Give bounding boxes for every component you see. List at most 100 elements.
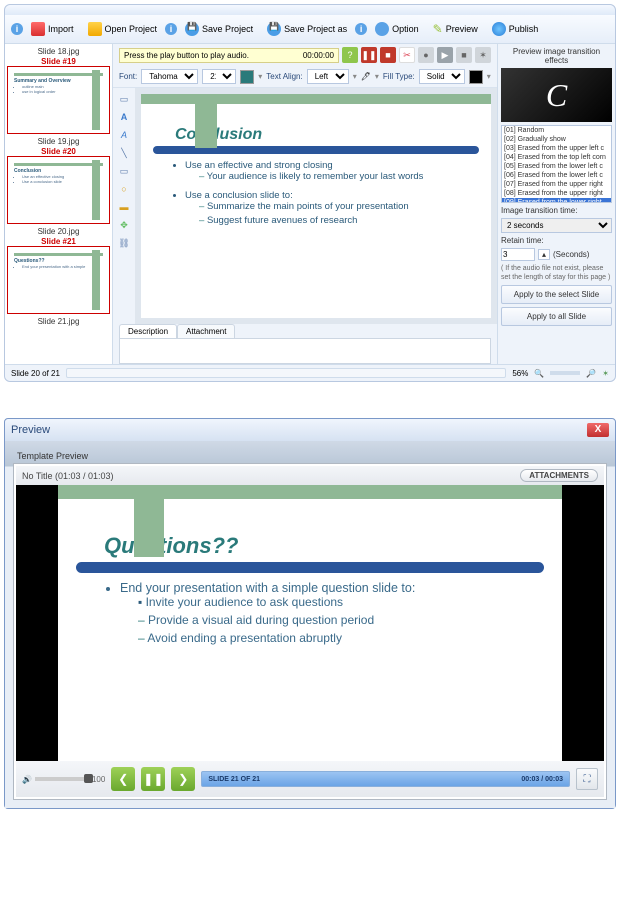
fill-color-swatch[interactable] (469, 70, 483, 84)
volume-control[interactable]: 🔊 100 (22, 775, 105, 784)
open-project-button[interactable]: Open Project (82, 19, 164, 39)
text-tool2-icon[interactable]: A (117, 128, 131, 142)
list-item[interactable]: [02] Gradually show (502, 135, 611, 144)
preview-titlebar[interactable]: Preview X (5, 419, 615, 441)
list-item[interactable]: [01] Random (502, 126, 611, 135)
save-as-button[interactable]: Save Project as (261, 19, 353, 39)
description-panel[interactable] (119, 338, 491, 364)
folder-open-icon (88, 22, 102, 36)
audio-help-icon[interactable]: ? (342, 47, 358, 63)
preview-glyph: C (546, 77, 567, 114)
font-size-select[interactable]: 21 (202, 69, 236, 84)
thumbnail-20[interactable]: ConclusionUse an effective closingUse a … (7, 156, 110, 224)
zoom-in-icon[interactable]: 🔎 (586, 369, 596, 378)
slide-filename: Slide 19.jpg (7, 136, 110, 147)
random-icon[interactable]: ✶ (475, 47, 491, 63)
shape-tools: ▭ A A ╲ ▭ ○ ▬ ✥ ⛓ (113, 88, 135, 324)
publish-button[interactable]: Publish (486, 19, 545, 39)
help-icon[interactable]: i (11, 23, 23, 35)
stop2-icon[interactable]: ■ (456, 47, 472, 63)
apply-all-button[interactable]: Apply to all Slide (501, 307, 612, 326)
option-button[interactable]: Option (369, 19, 425, 39)
record-icon[interactable]: ● (418, 47, 434, 63)
transition-time-select[interactable]: 2 seconds (501, 218, 612, 233)
thumbnail-19[interactable]: Summary and Overviewoutline mainuse in l… (7, 66, 110, 134)
sub-bullet-text: Summarize the main points of your presen… (207, 201, 409, 212)
line-tool-icon[interactable]: ╲ (117, 146, 131, 160)
move-tool-icon[interactable]: ✥ (117, 218, 131, 232)
progress-time: 00:03 / 00:03 (521, 776, 563, 783)
retain-note: ( If the audio file not exist, please se… (501, 264, 612, 282)
progress-bar[interactable]: SLIDE 21 OF 21 00:03 / 00:03 (201, 771, 570, 787)
volume-slider[interactable] (35, 777, 89, 781)
list-item[interactable]: [07] Erased from the upper right (502, 180, 611, 189)
editor-titlebar[interactable] (5, 5, 615, 15)
preview-slide-title: Questions?? (104, 533, 544, 559)
fill-rect-tool-icon[interactable]: ▬ (117, 200, 131, 214)
ellipse-tool-icon[interactable]: ○ (117, 182, 131, 196)
cut-icon[interactable]: ✂ (399, 47, 415, 63)
text-tool-icon[interactable]: A (117, 110, 131, 124)
tab-description[interactable]: Description (119, 324, 177, 338)
help-icon-3[interactable]: i (355, 23, 367, 35)
zoom-out-icon[interactable]: 🔍 (534, 369, 544, 378)
stepper-icon[interactable]: ▴ (538, 249, 550, 260)
thumbnail-21[interactable]: Questions??End your presentation with a … (7, 246, 110, 314)
slide-filename: Slide 20.jpg (7, 226, 110, 237)
link-tool-icon[interactable]: ⛓ (117, 236, 131, 250)
font-label: Font: (119, 72, 137, 81)
audio-time: 00:00:00 (303, 51, 334, 60)
sub-bullet-text: Avoid ending a presentation abruptly (147, 631, 342, 645)
fullscreen-icon[interactable]: ⛶ (576, 768, 598, 790)
option-label: Option (392, 24, 419, 34)
zoom-slider[interactable] (550, 371, 580, 375)
slide-content[interactable]: Conclusion Use an effective and strong c… (141, 94, 491, 318)
preview-label: Preview (446, 24, 478, 34)
list-item[interactable]: [06] Erased from the lower left c (502, 171, 611, 180)
font-family-select[interactable]: Tahoma (141, 69, 198, 84)
preview-controls: 🔊 100 ❮ ❚❚ ❯ SLIDE 21 OF 21 00:03 / 00:0… (16, 761, 604, 797)
close-icon[interactable]: X (587, 423, 609, 437)
text-color-swatch[interactable] (240, 70, 254, 84)
slide-title: Conclusion (175, 126, 479, 144)
list-item[interactable]: [04] Erased from the top left corn (502, 153, 611, 162)
preview-title-time: No Title (01:03 / 01:03) (22, 471, 114, 481)
slide-filename: Slide 18.jpg (7, 46, 110, 57)
pen-icon[interactable]: 🖊 (361, 72, 371, 81)
list-item-selected[interactable]: [09] Erased from the lower right (502, 198, 611, 203)
list-item[interactable]: [08] Erased from the upper right (502, 189, 611, 198)
pause-icon[interactable]: ❚❚ (361, 47, 377, 63)
speaker-icon[interactable]: 🔊 (22, 775, 32, 784)
transition-time-label: Image transition time: (501, 206, 612, 215)
help-icon-2[interactable]: i (165, 23, 177, 35)
effect-list[interactable]: [01] Random [02] Gradually show [03] Era… (501, 125, 612, 203)
tab-attachment[interactable]: Attachment (177, 324, 235, 338)
prev-slide-button[interactable]: ❮ (111, 767, 135, 791)
slide-number: Slide #21 (7, 237, 110, 246)
fill-type-select[interactable]: Solid (419, 69, 465, 84)
formatting-toolbar: Font: Tahoma 21 ▾ Text Align: Left ▾ 🖊 ▾… (113, 66, 497, 88)
text-align-select[interactable]: Left (307, 69, 349, 84)
slide-filename: Slide 21.jpg (7, 316, 110, 327)
zoom-value: 56% (512, 369, 528, 378)
slide-counter: Slide 20 of 21 (11, 369, 60, 378)
list-item[interactable]: [03] Erased from the upper left c (502, 144, 611, 153)
import-button[interactable]: Import (25, 19, 80, 39)
apply-selected-button[interactable]: Apply to the select Slide (501, 285, 612, 304)
bottom-tabs: Description Attachment (113, 324, 497, 338)
play-icon[interactable]: ▶ (437, 47, 453, 63)
pointer-tool-icon[interactable]: ▭ (117, 92, 131, 106)
preview-button[interactable]: ✎Preview (427, 19, 484, 39)
list-item[interactable]: [05] Erased from the lower left c (502, 162, 611, 171)
fit-icon[interactable]: ✶ (602, 369, 609, 378)
attachments-button[interactable]: ATTACHMENTS (520, 469, 598, 482)
rect-tool-icon[interactable]: ▭ (117, 164, 131, 178)
save-project-button[interactable]: Save Project (179, 19, 259, 39)
horizontal-scrollbar[interactable] (66, 368, 506, 378)
slide-canvas[interactable]: Conclusion Use an effective and strong c… (135, 88, 497, 324)
progress-slide-label: SLIDE 21 OF 21 (208, 776, 260, 783)
retain-time-input[interactable] (501, 248, 535, 261)
stop-icon[interactable]: ■ (380, 47, 396, 63)
pause-button[interactable]: ❚❚ (141, 767, 165, 791)
next-slide-button[interactable]: ❯ (171, 767, 195, 791)
